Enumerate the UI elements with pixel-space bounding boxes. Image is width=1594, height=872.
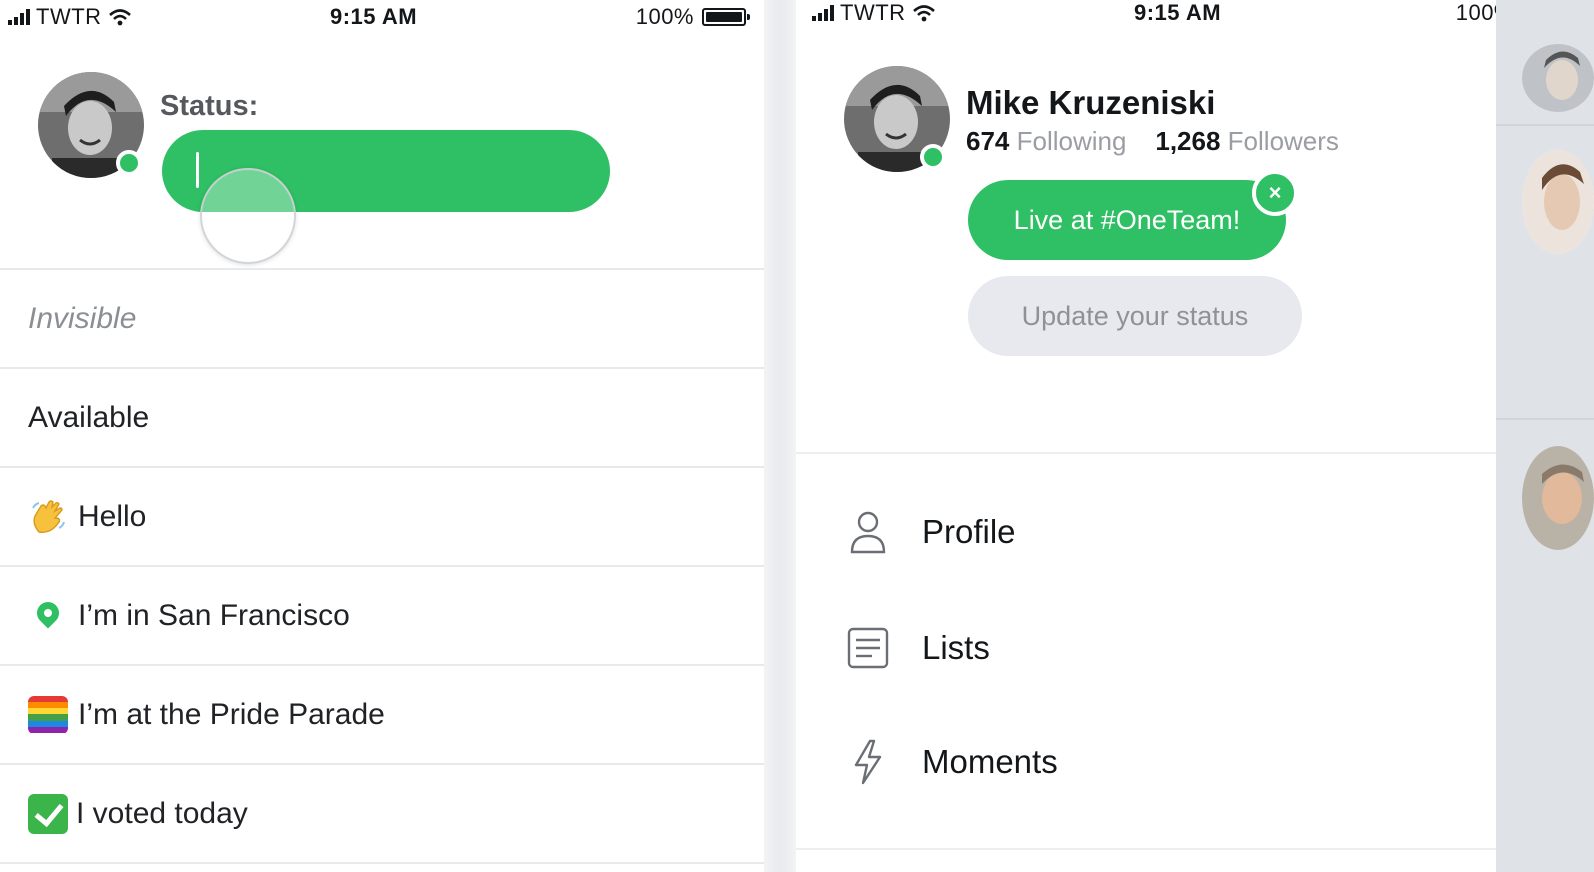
status-option-label: I’m in San Francisco bbox=[78, 598, 350, 632]
online-indicator bbox=[116, 150, 142, 176]
online-indicator bbox=[920, 144, 946, 170]
followers-label[interactable]: Followers bbox=[1228, 126, 1339, 156]
status-option-label: Invisible bbox=[28, 301, 137, 335]
status-bar-right: 100% bbox=[635, 4, 750, 30]
rainbow-flag-icon bbox=[28, 695, 68, 734]
screen-divider bbox=[764, 0, 796, 872]
check-mark-icon bbox=[28, 793, 68, 834]
side-menu-screen: TWTR 9:15 AM 100% Mike Kruzeniski 674 Fo… bbox=[796, 0, 1594, 872]
status-bar-left: TWTR bbox=[812, 0, 936, 26]
battery-percent: 100% bbox=[635, 4, 694, 29]
battery-icon bbox=[702, 8, 750, 26]
timeline-divider bbox=[1496, 418, 1594, 420]
avatar bbox=[1522, 150, 1594, 254]
timeline-peek[interactable] bbox=[1496, 0, 1594, 872]
close-icon[interactable]: × bbox=[1252, 170, 1298, 216]
menu-item-label: Moments bbox=[922, 743, 1058, 780]
status-label: Status: bbox=[160, 90, 259, 122]
menu-item-lists[interactable]: Lists bbox=[846, 624, 990, 672]
signal-icon bbox=[8, 9, 30, 25]
wifi-icon bbox=[912, 5, 935, 22]
status-option-invisible[interactable]: Invisible bbox=[0, 270, 764, 369]
waving-hand-icon bbox=[28, 497, 68, 537]
wifi-icon bbox=[108, 9, 131, 26]
text-caret bbox=[196, 152, 199, 188]
carrier-name: TWTR bbox=[840, 0, 906, 25]
status-bar-time: 9:15 AM bbox=[1134, 0, 1222, 25]
avatar[interactable] bbox=[38, 72, 144, 178]
menu-bottom-divider bbox=[796, 848, 1496, 850]
status-option-label: I’m at the Pride Parade bbox=[78, 697, 385, 731]
update-status-button[interactable]: Update your status bbox=[968, 276, 1302, 356]
status-option-voted[interactable]: I voted today bbox=[0, 765, 764, 864]
status-option-pride-parade[interactable]: I’m at the Pride Parade bbox=[0, 666, 764, 765]
menu-item-profile[interactable]: Profile bbox=[846, 508, 1016, 556]
status-option-label: I voted today bbox=[76, 796, 248, 830]
status-option-label: Hello bbox=[78, 499, 147, 533]
status-bar: TWTR 9:15 AM 100% bbox=[796, 0, 1594, 36]
touch-indicator bbox=[200, 168, 296, 264]
status-option-hello[interactable]: Hello bbox=[0, 468, 764, 567]
timeline-divider bbox=[1496, 124, 1594, 126]
followers-count[interactable]: 1,268 bbox=[1155, 126, 1220, 156]
menu-item-label: Lists bbox=[922, 629, 990, 666]
status-bar: TWTR 9:15 AM 100% bbox=[0, 0, 764, 36]
signal-icon bbox=[812, 5, 834, 21]
menu-item-label: Profile bbox=[922, 513, 1016, 550]
status-bar-time: 9:15 AM bbox=[330, 4, 418, 29]
location-pin-icon bbox=[28, 596, 68, 629]
following-count[interactable]: 674 bbox=[966, 126, 1009, 156]
status-option-label: Available bbox=[28, 400, 150, 434]
carrier-name: TWTR bbox=[36, 4, 102, 29]
menu-item-moments[interactable]: Moments bbox=[846, 738, 1058, 786]
following-label[interactable]: Following bbox=[1017, 126, 1127, 156]
avatar bbox=[1522, 446, 1594, 550]
lists-icon bbox=[846, 624, 890, 672]
avatar bbox=[1522, 44, 1594, 112]
person-icon bbox=[846, 508, 890, 556]
profile-name[interactable]: Mike Kruzeniski bbox=[966, 84, 1215, 122]
status-options-list: Invisible Available Hello I’m in San Fra… bbox=[0, 268, 764, 864]
update-status-label: Update your status bbox=[1021, 300, 1249, 331]
profile-stats: 674 Following 1,268 Followers bbox=[966, 126, 1339, 157]
status-option-san-francisco[interactable]: I’m in San Francisco bbox=[0, 567, 764, 666]
lightning-icon bbox=[846, 738, 890, 786]
current-status-pill[interactable]: Live at #OneTeam! bbox=[968, 180, 1286, 260]
status-option-available[interactable]: Available bbox=[0, 369, 764, 468]
avatar[interactable] bbox=[844, 66, 950, 172]
menu-divider bbox=[796, 452, 1496, 454]
current-status-text: Live at #OneTeam! bbox=[1013, 204, 1241, 235]
status-bar-left: TWTR bbox=[8, 4, 132, 30]
status-picker-screen: TWTR 9:15 AM 100% Status: Invisible Avai… bbox=[0, 0, 764, 872]
